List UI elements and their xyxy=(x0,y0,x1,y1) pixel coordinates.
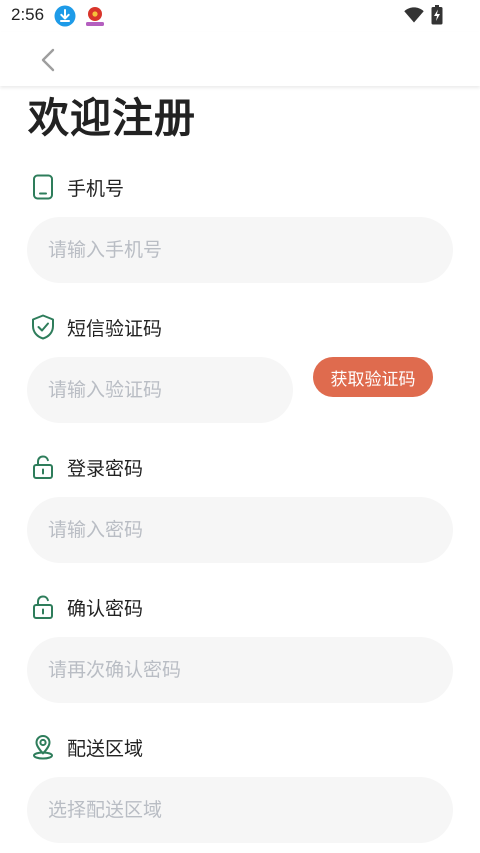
password-label: 登录密码 xyxy=(67,457,144,480)
battery-charging-icon xyxy=(431,5,443,25)
phone-input-box xyxy=(27,217,453,283)
confirm-password-input[interactable] xyxy=(48,659,432,681)
sms-code-input[interactable] xyxy=(48,379,272,401)
delivery-area-select[interactable] xyxy=(27,777,453,843)
phone-icon xyxy=(33,174,53,200)
delivery-area-label: 配送区域 xyxy=(67,737,144,760)
navigation-bar xyxy=(0,32,480,86)
get-code-button[interactable]: 获取验证码 xyxy=(313,357,433,397)
phone-label: 手机号 xyxy=(67,177,125,200)
back-button[interactable] xyxy=(32,44,64,76)
lock-icon xyxy=(33,455,53,479)
shield-check-icon xyxy=(32,314,54,340)
confirm-password-label: 确认密码 xyxy=(67,597,144,620)
app-notification-icon xyxy=(86,7,104,26)
wifi-icon xyxy=(404,7,424,23)
location-pin-icon xyxy=(33,735,53,760)
delivery-area-input[interactable] xyxy=(48,799,432,821)
download-icon xyxy=(54,5,76,27)
status-time: 2:56 xyxy=(11,5,45,24)
phone-input[interactable] xyxy=(48,239,432,261)
sms-code-label-row: 短信验证码 xyxy=(30,313,162,341)
lock-icon xyxy=(33,595,53,619)
password-label-row: 登录密码 xyxy=(30,453,143,481)
password-input-box xyxy=(27,497,453,563)
sms-code-label: 短信验证码 xyxy=(67,317,163,340)
confirm-password-label-row: 确认密码 xyxy=(30,593,143,621)
confirm-password-input-box xyxy=(27,637,453,703)
status-bar: 2:56 xyxy=(0,0,480,32)
page-title: 欢迎注册 xyxy=(28,94,196,142)
password-input[interactable] xyxy=(48,519,432,541)
chevron-left-icon xyxy=(41,48,55,72)
delivery-area-label-row: 配送区域 xyxy=(30,733,143,761)
phone-label-row: 手机号 xyxy=(30,173,124,201)
sms-code-input-box xyxy=(27,357,293,423)
